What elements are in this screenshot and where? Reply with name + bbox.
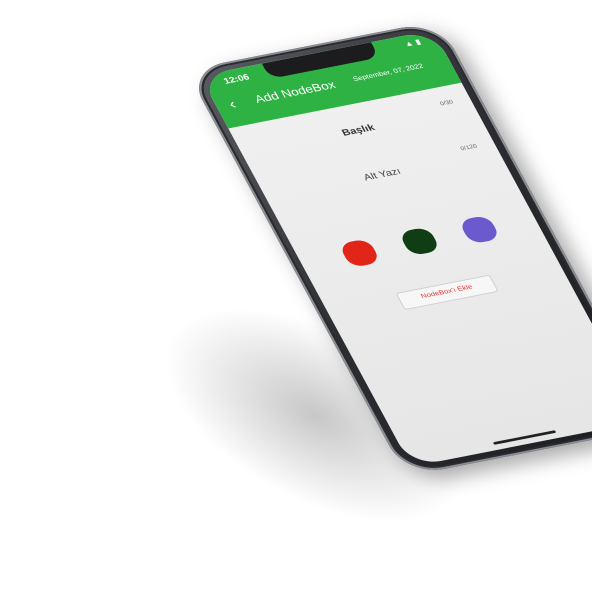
header-date: September, 07, 2022 <box>351 63 425 83</box>
phone-screen: 12:06 ▲ ▮ ‹ Add NodeBox September, 07, 2… <box>199 29 592 467</box>
color-swatch-dark-green[interactable] <box>398 226 442 257</box>
home-indicator <box>492 430 557 445</box>
wifi-battery-icon: ▲ ▮ <box>402 37 423 49</box>
back-arrow-icon[interactable]: ‹ <box>226 97 240 113</box>
color-swatch-red[interactable] <box>338 238 382 268</box>
add-nodebox-button[interactable]: NodeBox'ı Ekle <box>395 274 499 311</box>
color-swatch-purple[interactable] <box>458 214 501 245</box>
mockup-stage: 12:06 ▲ ▮ ‹ Add NodeBox September, 07, 2… <box>0 0 592 592</box>
color-picker <box>292 200 544 280</box>
page-title: Add NodeBox <box>252 78 338 106</box>
phone-frame: 12:06 ▲ ▮ ‹ Add NodeBox September, 07, 2… <box>186 20 592 477</box>
status-time: 12:06 <box>221 72 252 86</box>
